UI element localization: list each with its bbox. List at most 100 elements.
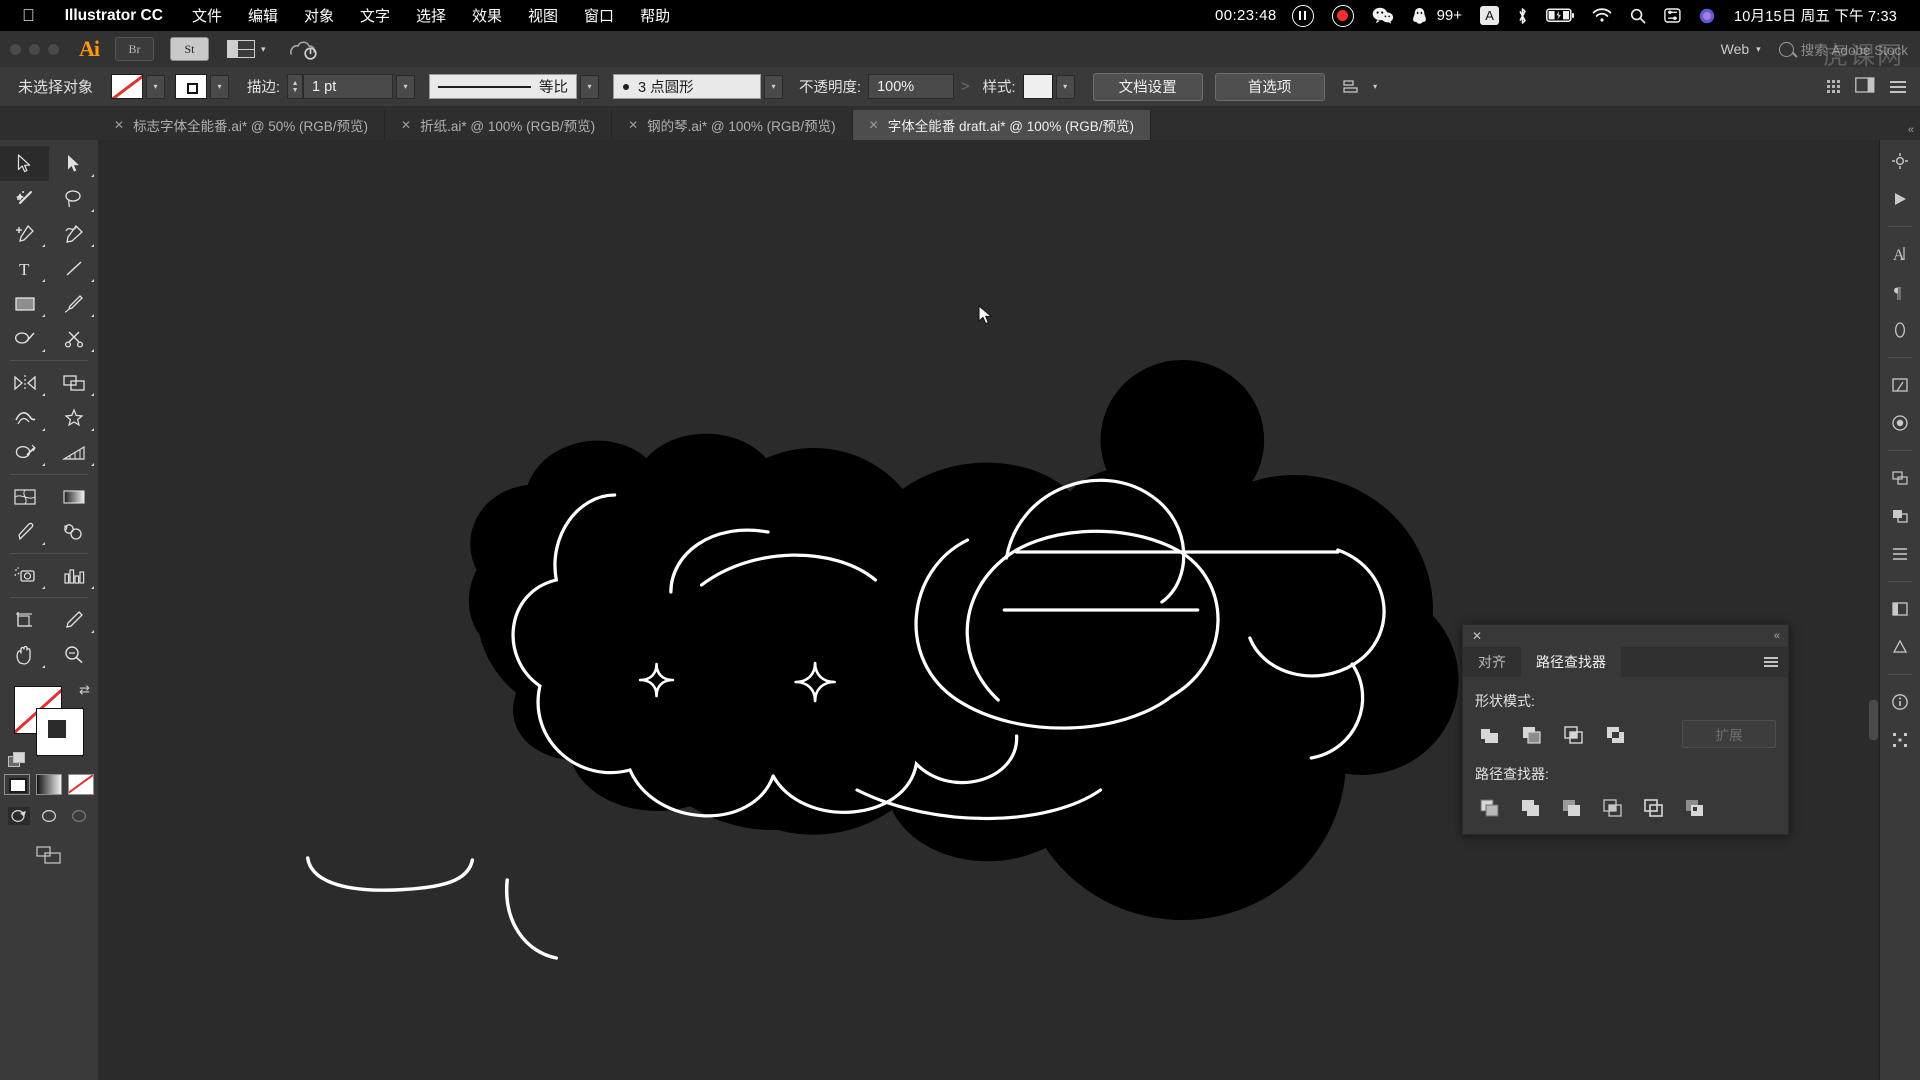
stroke-weight-stepper[interactable]: ▲ ▼: [287, 74, 304, 99]
crop-icon[interactable]: [1598, 794, 1628, 820]
brush-definition-select[interactable]: 3 点圆形: [613, 74, 762, 99]
transparency-icon[interactable]: [1887, 319, 1913, 341]
artwork-stray-path-1[interactable]: [305, 856, 475, 892]
full-screen-mode-button[interactable]: [68, 807, 90, 825]
direct-selection-tool[interactable]: [49, 146, 98, 181]
menu-app-name[interactable]: Illustrator CC: [49, 7, 179, 25]
menu-item-object[interactable]: 对象: [291, 5, 347, 26]
rotate-tool[interactable]: [0, 365, 49, 400]
cloud-sync-icon[interactable]: [288, 38, 318, 60]
arrange-documents-icon[interactable]: [1827, 80, 1840, 93]
outline-icon[interactable]: [1639, 794, 1669, 820]
artboards-icon[interactable]: [1887, 374, 1913, 396]
battery-icon[interactable]: [1537, 8, 1583, 23]
close-icon[interactable]: ✕: [401, 118, 411, 132]
panel-scroll-handle[interactable]: [1869, 700, 1878, 740]
qq-icon[interactable]: [1403, 7, 1436, 25]
wifi-icon[interactable]: [1583, 8, 1621, 23]
chevron-down-icon[interactable]: ▾: [1055, 74, 1075, 99]
gradient-icon[interactable]: [1887, 412, 1913, 434]
opacity-expand-arrow[interactable]: >: [954, 79, 976, 95]
tab-align[interactable]: 对齐: [1463, 647, 1521, 677]
layers-icon[interactable]: [1887, 598, 1913, 620]
hand-tool[interactable]: [0, 637, 49, 672]
preferences-button[interactable]: 首选项: [1214, 72, 1325, 101]
paragraph-icon[interactable]: ¶: [1887, 281, 1913, 303]
search-icon[interactable]: [1621, 8, 1655, 24]
stroke-color-control[interactable]: ▾: [175, 74, 230, 99]
swatches-icon[interactable]: [1887, 636, 1913, 658]
arrange-documents-icon[interactable]: ▾: [227, 40, 266, 58]
document-setup-button[interactable]: 文档设置: [1092, 72, 1203, 101]
menu-item-file[interactable]: 文件: [179, 5, 235, 26]
perspective-grid-tool[interactable]: [49, 435, 98, 470]
appearance-icon[interactable]: [1887, 543, 1913, 565]
paintbrush-tool[interactable]: [49, 286, 98, 321]
control-center-icon[interactable]: [1655, 8, 1690, 23]
gradient-mode-button[interactable]: [36, 774, 62, 795]
fill-swatch[interactable]: [111, 74, 144, 99]
close-icon[interactable]: ✕: [869, 118, 879, 132]
bubble-lettering-artwork[interactable]: [305, 360, 1459, 960]
pen-tool[interactable]: [0, 216, 49, 251]
bridge-button[interactable]: Br: [115, 37, 154, 61]
collapse-panels-icon[interactable]: «: [1908, 124, 1914, 136]
workspace-selector[interactable]: Web ▾: [1721, 41, 1761, 57]
none-mode-button[interactable]: [68, 774, 94, 795]
lasso-tool[interactable]: [49, 181, 98, 216]
document-tab-1[interactable]: ✕ 折纸.ai* @ 100% (RGB/预览): [385, 110, 613, 140]
transform-icon[interactable]: [1887, 467, 1913, 489]
menu-item-select[interactable]: 选择: [403, 5, 459, 26]
document-tab-2[interactable]: ✕ 钢的琴.ai* @ 100% (RGB/预览): [612, 110, 853, 140]
edit-toolbar-icon[interactable]: [0, 825, 98, 865]
intersect-icon[interactable]: [1559, 721, 1589, 747]
menu-datetime[interactable]: 10月15日 周五 下午 7:33: [1724, 5, 1906, 26]
scissors-tool[interactable]: [49, 321, 98, 356]
info-icon[interactable]: [1887, 691, 1913, 713]
menu-item-view[interactable]: 视图: [515, 5, 571, 26]
input-source-icon[interactable]: A: [1471, 6, 1508, 25]
chevron-down-icon[interactable]: ▾: [396, 74, 416, 99]
free-transform-tool[interactable]: [49, 400, 98, 435]
swap-fill-stroke-icon[interactable]: ⇄: [79, 682, 90, 698]
pathfinder-icon[interactable]: [1887, 505, 1913, 527]
minus-back-icon[interactable]: [1680, 794, 1710, 820]
symbol-sprayer-tool[interactable]: [0, 558, 49, 593]
record-icon[interactable]: [1323, 4, 1363, 27]
libraries-icon[interactable]: [1887, 188, 1913, 210]
close-icon[interactable]: ✕: [1472, 629, 1482, 643]
fill-color-control[interactable]: ▾: [111, 74, 166, 99]
normal-screen-mode-button[interactable]: [8, 807, 30, 825]
align-icon[interactable]: [1887, 729, 1913, 751]
variable-width-profile-select[interactable]: 等比: [429, 74, 578, 99]
trim-icon[interactable]: [1516, 794, 1546, 820]
document-tab-3[interactable]: ✕ 字体全能番 draft.ai* @ 100% (RGB/预览): [852, 110, 1151, 140]
full-screen-menu-mode-button[interactable]: [38, 807, 60, 825]
merge-icon[interactable]: [1557, 794, 1587, 820]
tab-pathfinder[interactable]: 路径查找器: [1521, 647, 1621, 677]
stroke-swatch[interactable]: [36, 708, 84, 756]
artwork-stray-path-2[interactable]: [504, 878, 559, 960]
graphic-style-swatch[interactable]: [1022, 74, 1053, 99]
scale-tool[interactable]: [49, 365, 98, 400]
menu-item-type[interactable]: 文字: [347, 5, 403, 26]
properties-icon[interactable]: [1887, 150, 1913, 172]
type-tool[interactable]: T: [0, 251, 49, 286]
zoom-window-button[interactable]: [48, 43, 59, 55]
canvas-area[interactable]: [98, 140, 1880, 1080]
chevron-down-icon[interactable]: ▾: [580, 74, 600, 99]
chevron-down-icon[interactable]: ▾: [146, 74, 166, 99]
column-graph-tool[interactable]: [49, 558, 98, 593]
adobe-stock-search[interactable]: 搜索 Adobe Stock: [1778, 39, 1908, 59]
zoom-tool[interactable]: [49, 637, 98, 672]
opacity-input[interactable]: 100%: [868, 74, 955, 99]
menu-item-effect[interactable]: 效果: [459, 5, 515, 26]
panel-menu-icon[interactable]: [1764, 657, 1788, 667]
character-icon[interactable]: A: [1887, 243, 1913, 265]
stroke-swatch[interactable]: [175, 74, 208, 99]
minimize-window-button[interactable]: [29, 43, 40, 55]
line-segment-tool[interactable]: [49, 251, 98, 286]
slice-tool[interactable]: [49, 602, 98, 637]
collapse-panel-icon[interactable]: «: [1774, 630, 1780, 642]
menu-item-window[interactable]: 窗口: [571, 5, 627, 26]
